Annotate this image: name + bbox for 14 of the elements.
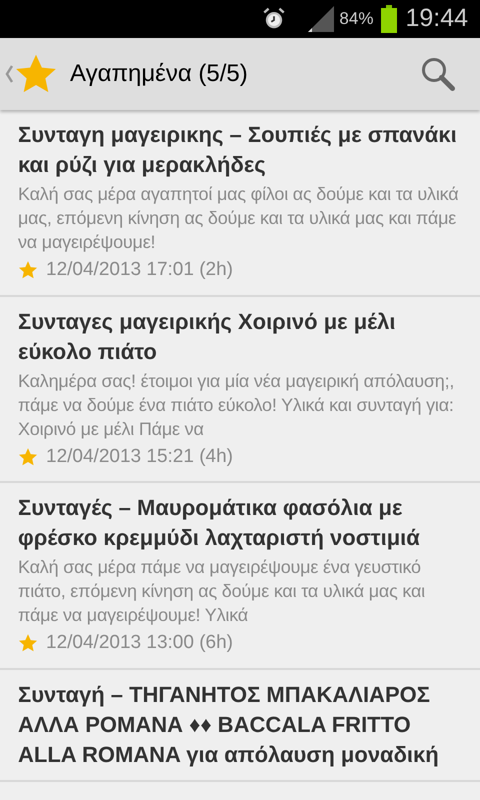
clock-time: 19:44: [405, 3, 468, 34]
article-title: Συνταγες μαγειρικής Χοιρινό με μέλι εύκολο πιάτο: [18, 308, 396, 366]
article-title: Συνταγη μαγειρικης – Σουπιές με σπανάκι και ρύζι για μερακλήδες: [18, 121, 458, 179]
article-title: Συνταγές – Μαυρομάτικα φασόλια με φρέσκο κρεμμύδι λαχταριστή νοστιμιά: [18, 494, 421, 552]
article-date: 12/04/2013 13:00 (6h): [46, 631, 233, 655]
battery-percent: 84%: [339, 8, 374, 30]
article-date: 12/04/2013 15:21 (4h): [46, 444, 233, 468]
article-snippet: Καλή σας μέρα πάμε να μαγειρέψουμε ένα γευστικό πιάτο, επόμενη κίνηση ας δούμε και τα υλικά μας και πάμε να μαγειρέψουμε! Υλικά: [18, 556, 426, 627]
article-snippet: Καλή σας μέρα αγαπητοί μας φίλοι ας δούμε και τα υλικά μας, επόμενη κίνηση ας δούμε και τα υλικά μας και πάμε να μαγειρέψουμε!: [18, 183, 460, 254]
screen-title: Αγαπημένα (5/5): [70, 59, 248, 89]
article-item[interactable]: Συνταγή – ΤΗΓΑΝΗΤΟΣ ΜΠΑΚΑΛΙΑΡΟΣ ΑΛΛΑ ΡΟΜΑΝΑ ♦♦ BACCALA FRITTO ALLA ROMANA για απόλαυση μοναδική: [0, 670, 480, 782]
article-title: Συνταγή – ΤΗΓΑΝΗΤΟΣ ΜΠΑΚΑΛΙΑΡΟΣ ΑΛΛΑ ΡΟΜΑΝΑ ♦♦ BACCALA FRITTO ALLA ROMANA για απόλαυση μοναδική: [18, 680, 440, 768]
article-snippet: Καλημέρα σας! έτοιμοι για μία νέα μαγειρική απόλαυση;, πάμε να δούμε ένα πιάτο εύκολο! Υλικά και συνταγή για: Χοιρινό με μέλι Πάμε να: [18, 370, 456, 440]
article-date: 12/04/2013 17:01 (2h): [46, 258, 233, 282]
